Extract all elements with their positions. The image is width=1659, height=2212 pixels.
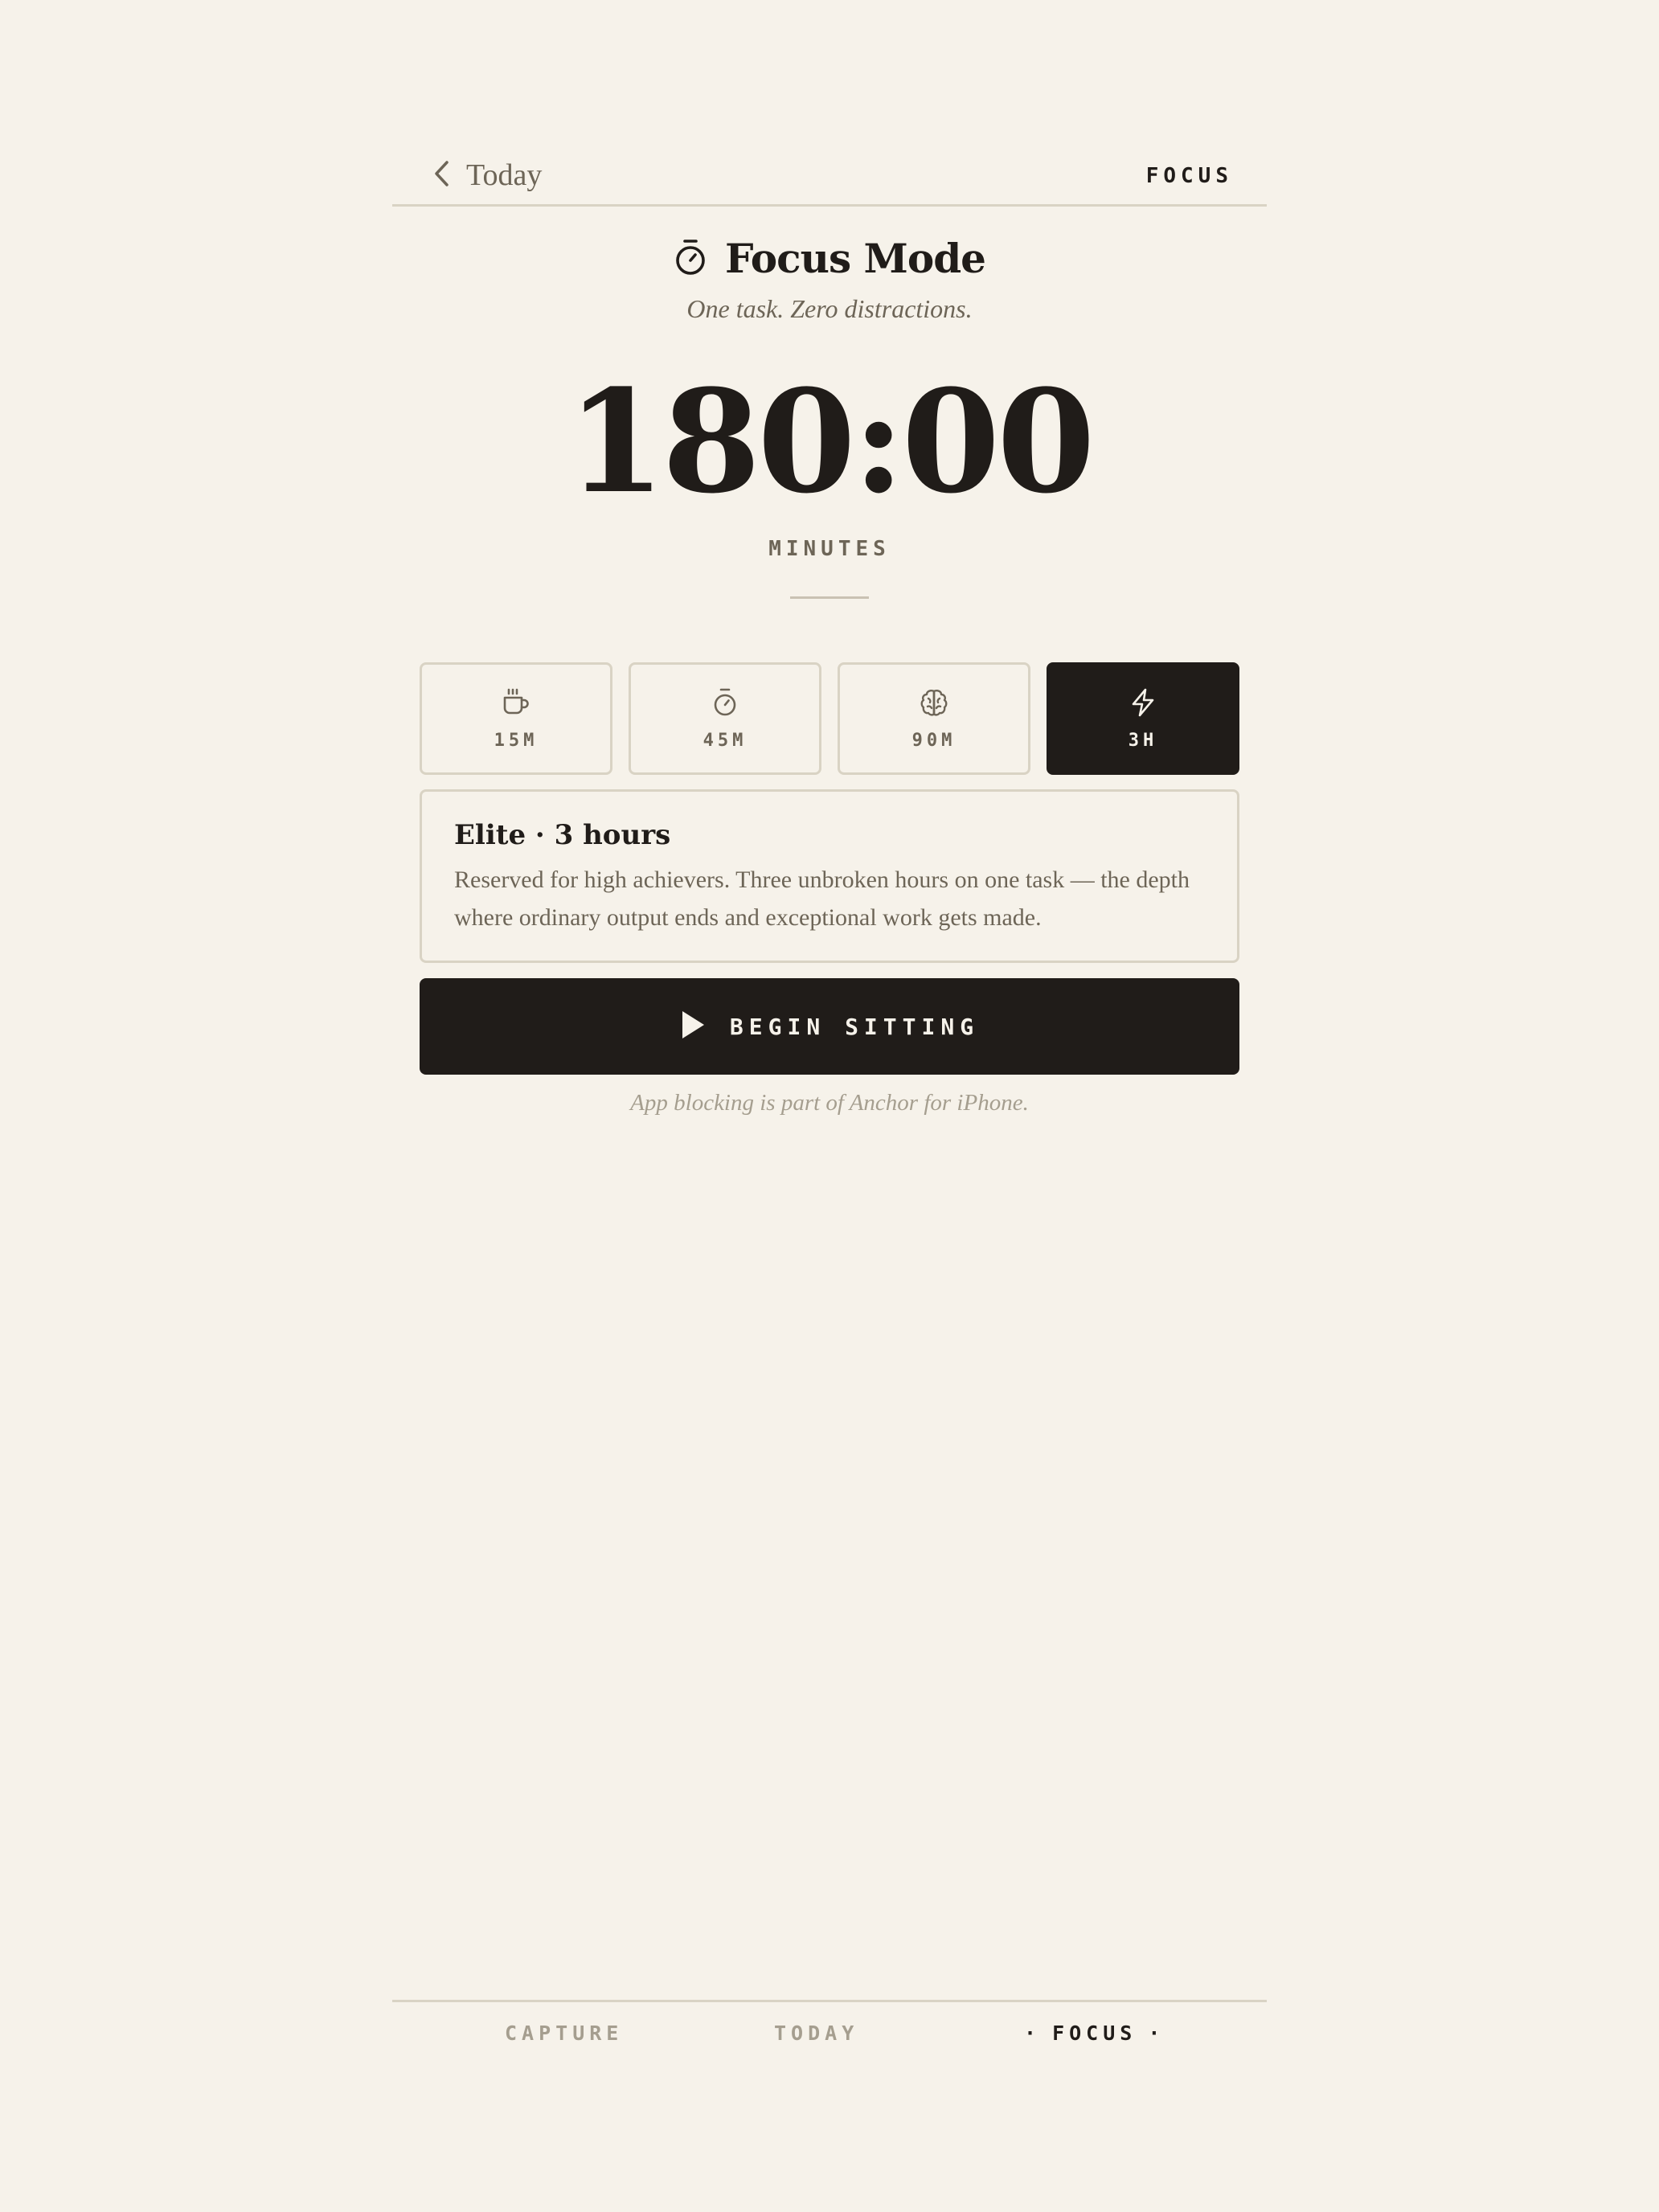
divider <box>790 596 869 599</box>
screen-tag: FOCUS <box>1145 164 1233 188</box>
preset-label: 45M <box>703 730 748 751</box>
preset-90m-button[interactable]: 90M <box>838 662 1030 775</box>
timer-unit: MINUTES <box>768 537 891 561</box>
preset-description-card: Elite · 3 hours Reserved for high achiev… <box>420 789 1239 963</box>
page-heading: Focus Mode <box>392 235 1267 282</box>
preset-label: 90M <box>911 730 956 751</box>
begin-sitting-button[interactable]: BEGIN SITTING <box>420 978 1239 1075</box>
footnote: App blocking is part of Anchor for iPhon… <box>630 1090 1029 1116</box>
page-title: Focus Mode <box>725 235 986 282</box>
lightning-icon <box>1128 687 1158 721</box>
nav-capture[interactable]: CAPTURE <box>505 2022 623 2045</box>
active-marker: · <box>1148 2022 1165 2045</box>
brain-icon <box>919 687 949 721</box>
page-subtitle: One task. Zero distractions. <box>686 294 973 323</box>
stopwatch-icon <box>674 238 707 280</box>
duration-presets: 15M 45M 90M 3H <box>420 662 1239 775</box>
chevron-left-icon <box>432 158 450 193</box>
back-label: Today <box>466 158 543 192</box>
active-marker: · <box>1024 2022 1042 2045</box>
top-bar: Today FOCUS <box>392 153 1267 207</box>
app-frame: Today FOCUS Focus Mode One task. Zero di… <box>392 0 1267 2212</box>
card-body: Reserved for high achievers. Three unbro… <box>454 866 1190 931</box>
play-icon <box>680 1010 706 1043</box>
nav-focus[interactable]: · FOCUS · <box>1013 2022 1176 2045</box>
bottom-nav: CAPTURE TODAY · FOCUS · <box>392 2000 1267 2075</box>
preset-label: 15M <box>494 730 539 751</box>
begin-label: BEGIN SITTING <box>729 1013 980 1040</box>
back-button[interactable]: Today <box>432 153 542 198</box>
stopwatch-icon <box>710 687 740 721</box>
nav-focus-label: FOCUS <box>1052 2022 1137 2045</box>
preset-45m-button[interactable]: 45M <box>629 662 821 775</box>
nav-today[interactable]: TODAY <box>774 2022 858 2045</box>
preset-15m-button[interactable]: 15M <box>420 662 612 775</box>
coffee-cup-icon <box>501 687 531 721</box>
card-title: Elite · 3 hours <box>454 819 671 851</box>
timer-display: 180:00 <box>567 358 1095 525</box>
preset-label: 3H <box>1128 730 1158 751</box>
preset-3h-button[interactable]: 3H <box>1047 662 1239 775</box>
